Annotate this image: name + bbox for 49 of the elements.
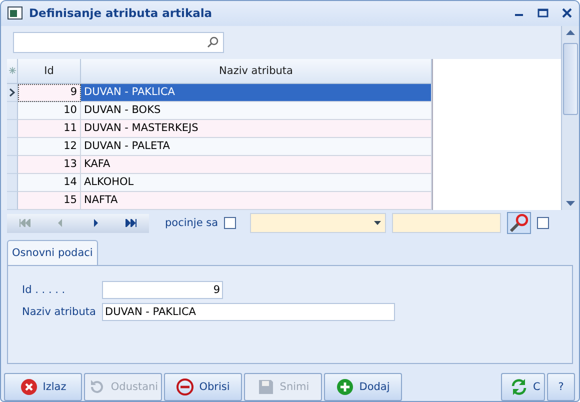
- table-cell: 12: [18, 138, 81, 156]
- field-label: Id . . . . .: [22, 284, 66, 296]
- close-icon: [20, 378, 38, 396]
- help-button[interactable]: ?: [547, 373, 575, 401]
- action-button[interactable]: Izlaz: [4, 373, 82, 401]
- checkbox[interactable]: [224, 217, 236, 230]
- asterisk-icon: [8, 67, 16, 74]
- first-record-icon[interactable]: [18, 219, 31, 228]
- row-selector[interactable]: [7, 84, 18, 102]
- minus-icon: [176, 378, 194, 396]
- window-title: Definisanje atributa artikala: [29, 6, 214, 20]
- input-field[interactable]: DUVAN - PAKLICA: [102, 302, 395, 321]
- table-cell: 11: [18, 120, 81, 138]
- search-icon: [207, 36, 219, 48]
- table-cell[interactable]: DUVAN - MASTERKEJS: [81, 120, 432, 138]
- find-button[interactable]: [507, 212, 532, 234]
- tab[interactable]: Osnovni podaci: [7, 240, 98, 265]
- plus-icon: [336, 378, 354, 396]
- scrollbar[interactable]: [561, 26, 579, 210]
- table-cell: 15: [18, 192, 81, 210]
- table-cell: 9: [18, 84, 81, 102]
- action-button[interactable]: Obrisi: [164, 373, 242, 401]
- window-icon: [7, 6, 23, 20]
- caret-icon: [374, 221, 382, 226]
- refresh-button[interactable]: C: [501, 373, 545, 401]
- table-cell[interactable]: DUVAN - PALETA: [81, 138, 432, 156]
- filter-label: pocinje sa: [165, 217, 218, 230]
- table-cell[interactable]: ALKOHOL: [81, 174, 432, 192]
- magnifier-icon: [509, 214, 530, 232]
- input-field[interactable]: 9: [102, 280, 223, 299]
- table-cell: 13: [18, 156, 81, 174]
- table-cell[interactable]: KAFA: [81, 156, 432, 174]
- table-cell: 14: [18, 174, 81, 192]
- checkbox[interactable]: [537, 217, 550, 230]
- table-cell[interactable]: NAFTA: [81, 192, 432, 210]
- action-button[interactable]: Dodaj: [324, 373, 402, 401]
- maximize-icon[interactable]: [537, 7, 549, 20]
- filter-input[interactable]: [392, 213, 502, 234]
- refresh-icon: [510, 378, 528, 396]
- table-cell[interactable]: DUVAN - BOKS: [81, 102, 432, 120]
- table-cell: 10: [18, 102, 81, 120]
- close-icon[interactable]: [561, 7, 573, 20]
- last-record-icon[interactable]: [125, 219, 138, 228]
- filter-dropdown[interactable]: [250, 213, 386, 234]
- table-cell[interactable]: DUVAN - PAKLICA: [81, 84, 432, 102]
- search-field[interactable]: [13, 32, 224, 53]
- field-label: Naziv atributa: [22, 306, 97, 318]
- column-header[interactable]: Id: [18, 58, 81, 84]
- column-header[interactable]: Naziv atributa: [81, 58, 432, 84]
